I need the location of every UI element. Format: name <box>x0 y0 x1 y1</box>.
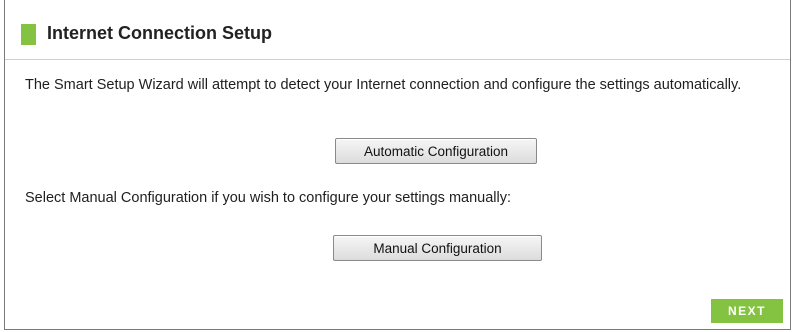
automatic-configuration-button[interactable]: Automatic Configuration <box>335 138 537 164</box>
next-button[interactable]: NEXT <box>711 299 783 323</box>
header-marker <box>21 24 36 45</box>
section-header: Internet Connection Setup <box>5 0 790 60</box>
page-title: Internet Connection Setup <box>47 23 272 43</box>
manual-configuration-button[interactable]: Manual Configuration <box>333 235 542 261</box>
intro-text: The Smart Setup Wizard will attempt to d… <box>25 77 742 93</box>
setup-panel: Internet Connection Setup The Smart Setu… <box>4 0 791 330</box>
manual-config-instruction: Select Manual Configuration if you wish … <box>25 190 512 206</box>
